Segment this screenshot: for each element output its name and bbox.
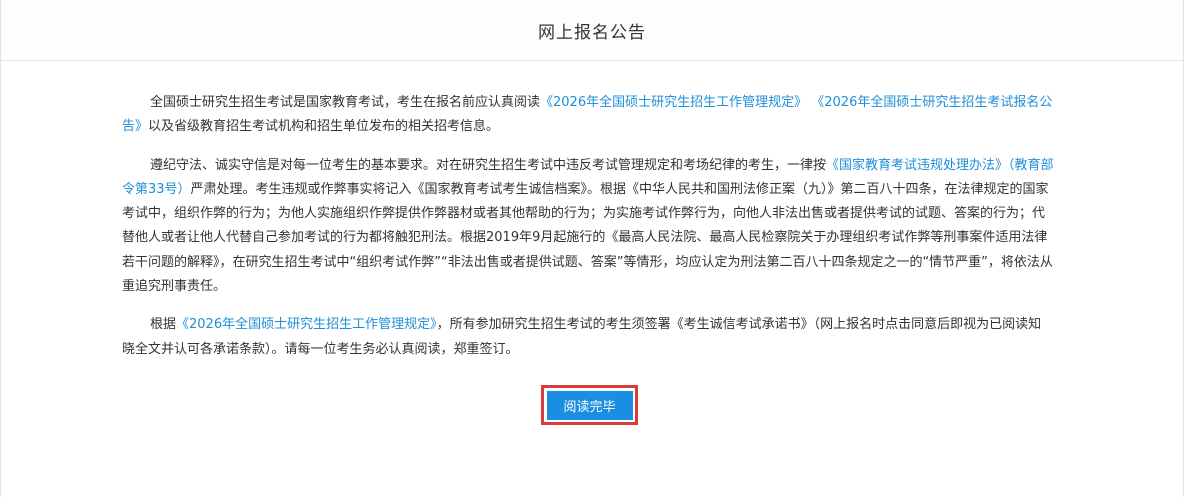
paragraph-pledge: 根据《2026年全国硕士研究生招生工作管理规定》，所有参加研究生招生考试的考生须… [122, 313, 1054, 362]
page-header: 网上报名公告 [1, 0, 1183, 61]
paragraph-intro: 全国硕士研究生招生考试是国家教育考试，考生在报名前应认真阅读《2026年全国硕士… [122, 91, 1054, 140]
link-admissions-management-rules-2[interactable]: 《2026年全国硕士研究生招生工作管理规定》 [176, 317, 437, 332]
read-done-button[interactable]: 阅读完毕 [546, 390, 633, 420]
read-done-highlight: 阅读完毕 [541, 385, 638, 425]
link-admissions-management-rules[interactable]: 《2026年全国硕士研究生招生工作管理规定》 [540, 95, 807, 110]
page-title: 网上报名公告 [538, 22, 646, 43]
paragraph-discipline-text-2: 严肃处理。考生违规或作弊事实将记入《国家教育考试考生诚信档案》。根据《中华人民共… [122, 181, 1053, 295]
announcement-page: 网上报名公告 全国硕士研究生招生考试是国家教育考试，考生在报名前应认真阅读《20… [0, 0, 1184, 497]
announcement-content: 全国硕士研究生招生考试是国家教育考试，考生在报名前应认真阅读《2026年全国硕士… [122, 61, 1054, 362]
paragraph-intro-text-1: 全国硕士研究生招生考试是国家教育考试，考生在报名前应认真阅读 [150, 95, 541, 110]
paragraph-pledge-text-1: 根据 [150, 317, 177, 333]
paragraph-discipline-text-1: 遵纪守法、诚实守信是对每一位考生的基本要求。对在研究生招生考试中违反考试管理规定… [150, 157, 827, 173]
paragraph-discipline: 遵纪守法、诚实守信是对每一位考生的基本要求。对在研究生招生考试中违反考试管理规定… [122, 154, 1054, 300]
paragraph-intro-text-2: 以及省级教育招生考试机构和招生单位发布的相关招考信息。 [148, 119, 500, 135]
